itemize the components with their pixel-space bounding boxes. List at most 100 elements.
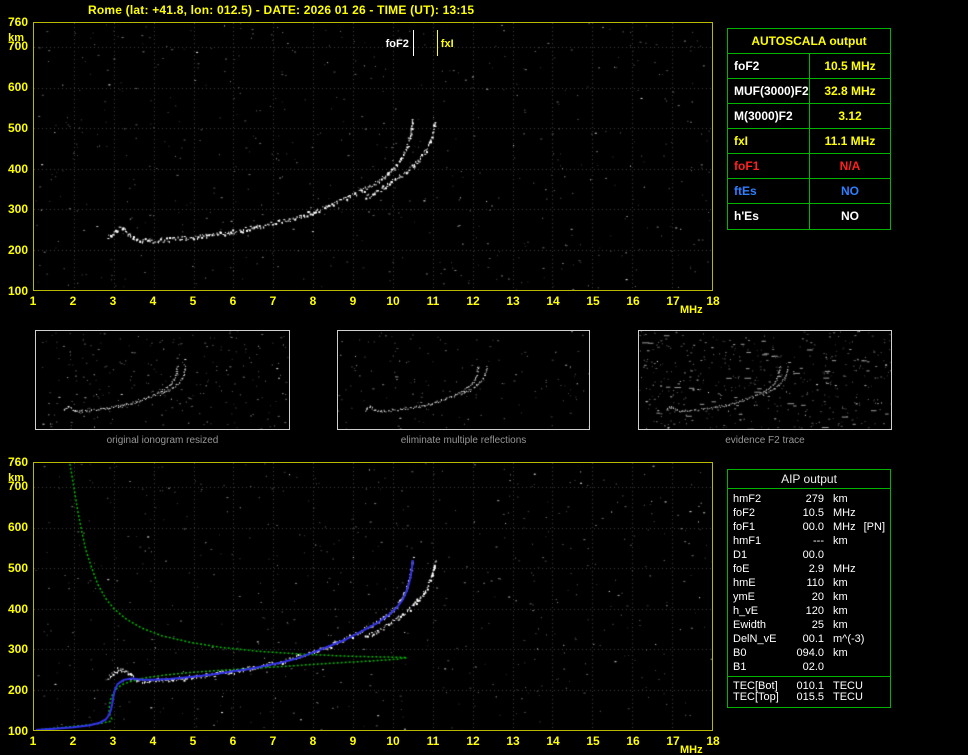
param-name: h_vE <box>733 605 759 617</box>
y-tick-label: 600 <box>7 520 28 535</box>
aip-row-fof2: foF2 10.5 MHz <box>728 506 890 520</box>
thumbnail-caption-3: evidence F2 trace <box>725 435 805 446</box>
param-value: 110 <box>806 577 824 589</box>
y-tick-label: 300 <box>7 642 28 657</box>
y-tick-label: 200 <box>7 683 28 698</box>
y-tick-label: 500 <box>7 560 28 575</box>
ionogram-plot <box>33 22 713 291</box>
aip-row-fof1: foF1 00.0 MHz [PN] <box>728 520 890 534</box>
param-unit: km <box>833 577 848 589</box>
x-tick-label: 10 <box>386 734 400 748</box>
x-tick-label: 5 <box>189 294 197 308</box>
x-tick-label: 12 <box>466 294 480 308</box>
param-value: NO <box>841 184 859 198</box>
y-tick-label: 760 <box>7 455 28 469</box>
aip-row-b1: B1 02.0 <box>728 660 890 674</box>
aip-row-b0: B0 094.0 km <box>728 646 890 660</box>
autoscala-row-fof1: foF1 N/A <box>728 154 890 179</box>
param-name: h'Es <box>728 204 810 229</box>
param-unit <box>824 548 833 562</box>
aip-output-header: AIP output <box>728 470 890 489</box>
x-tick-label: 2 <box>69 734 77 748</box>
x-tick-label: 16 <box>626 734 640 748</box>
y-tick-label: 760 <box>7 15 28 29</box>
aip-row-hme: hmE 110 km <box>728 576 890 590</box>
param-value: 10.5 MHz <box>824 59 876 73</box>
param-unit: MHz <box>833 563 856 575</box>
x-tick-label: 13 <box>506 294 520 308</box>
param-name: DelN_vE <box>733 633 777 645</box>
autoscala-row-ftes: ftEs NO <box>728 179 890 204</box>
aip-output-rows: hmF2 279 km foF2 10.5 MHz foF1 00.0 MHz [PN] hmF1 -… <box>728 492 890 704</box>
param-value: 3.12 <box>838 109 862 123</box>
x-tick-label: 8 <box>309 734 317 748</box>
autoscala-row-h-es: h'Es NO <box>728 204 890 229</box>
x-tick-label: 14 <box>546 294 560 308</box>
aip-row-tec-top: TEC[Top] 015.5 TECU <box>728 690 890 704</box>
param-name: B0 <box>733 647 747 659</box>
thumbnail-caption-1: original ionogram resized <box>106 435 219 446</box>
x-tick-label: 13 <box>506 734 520 748</box>
param-value: --- <box>813 535 824 547</box>
x-tick-label: 2 <box>69 294 77 308</box>
aip-output-table: AIP output hmF2 279 km foF2 10.5 MHz foF1 00.0 M… <box>727 469 891 708</box>
thumbnail-panel-3 <box>638 330 892 430</box>
param-unit: MHz <box>833 521 856 533</box>
autoscala-output-rows: foF2 10.5 MHz MUF(3000)F2 32.8 MHz M(3000)F2… <box>728 54 890 229</box>
param-value: 015.5 <box>796 691 824 703</box>
x-tick-label: 4 <box>149 294 157 308</box>
param-unit: km <box>833 605 848 617</box>
param-value: 10.5 <box>802 507 824 519</box>
x-tick-label: 3 <box>109 294 117 308</box>
x-tick-label: 15 <box>586 734 600 748</box>
param-value: 120 <box>805 605 824 617</box>
param-name: MUF(3000)F2 <box>728 79 810 103</box>
param-name: hmF2 <box>733 493 762 505</box>
param-value: 32.8 MHz <box>824 84 876 98</box>
param-name: D1 <box>733 549 748 561</box>
x-tick-label: 8 <box>309 294 317 308</box>
autoscala-output-header: AUTOSCALA output <box>728 29 890 54</box>
param-name: foF2 <box>728 54 810 78</box>
x-tick-label: 12 <box>466 734 480 748</box>
x-tick-label: 6 <box>229 294 237 308</box>
param-value: 00.1 <box>802 633 824 645</box>
fxi-marker-line <box>436 30 438 56</box>
param-unit: km <box>833 619 848 631</box>
x-tick-label: 7 <box>269 734 277 748</box>
x-tick-label: 3 <box>109 734 117 748</box>
param-name: Ewidth <box>733 619 767 631</box>
param-unit <box>824 660 833 674</box>
x-tick-label: 4 <box>149 734 157 748</box>
autoscala-row-muf-3000-f2: MUF(3000)F2 32.8 MHz <box>728 79 890 104</box>
param-unit: MHz <box>833 507 856 519</box>
param-value: 279 <box>805 493 824 505</box>
profile-plot <box>33 462 713 731</box>
param-name: TEC[Top] <box>733 691 779 703</box>
param-name: hmF1 <box>733 535 762 547</box>
fof2-marker-line <box>412 30 414 56</box>
param-name: fxI <box>728 129 810 153</box>
param-unit: TECU <box>833 680 863 692</box>
station-title: Rome (lat: +41.8, lon: 012.5) - DATE: 20… <box>88 3 475 17</box>
param-unit: TECU <box>833 691 863 703</box>
y-tick-label: 400 <box>7 161 28 176</box>
param-value: 00.0 <box>802 521 824 533</box>
fof2-marker-label: foF2 <box>385 38 409 50</box>
ionogram-canvas <box>34 23 712 290</box>
x-axis-unit-label: MHz <box>680 744 703 755</box>
param-value: 20 <box>811 591 824 603</box>
y-tick-label: 400 <box>7 601 28 616</box>
y-axis-unit-label: km <box>8 472 24 484</box>
x-tick-label: 16 <box>626 294 640 308</box>
x-tick-label: 11 <box>426 734 440 748</box>
x-tick-label: 1 <box>29 734 37 748</box>
param-name: ftEs <box>728 179 810 203</box>
y-tick-label: 600 <box>7 80 28 95</box>
x-axis-unit-label: MHz <box>680 304 703 316</box>
autoscala-row-fof2: foF2 10.5 MHz <box>728 54 890 79</box>
x-tick-label: 10 <box>386 294 400 308</box>
aip-row-deln-ve: DelN_vE 00.1 m^(-3) <box>728 632 890 646</box>
thumbnail-canvas-3 <box>639 331 891 429</box>
autoscala-output-table: AUTOSCALA output foF2 10.5 MHz MUF(3000)F2… <box>727 28 891 230</box>
